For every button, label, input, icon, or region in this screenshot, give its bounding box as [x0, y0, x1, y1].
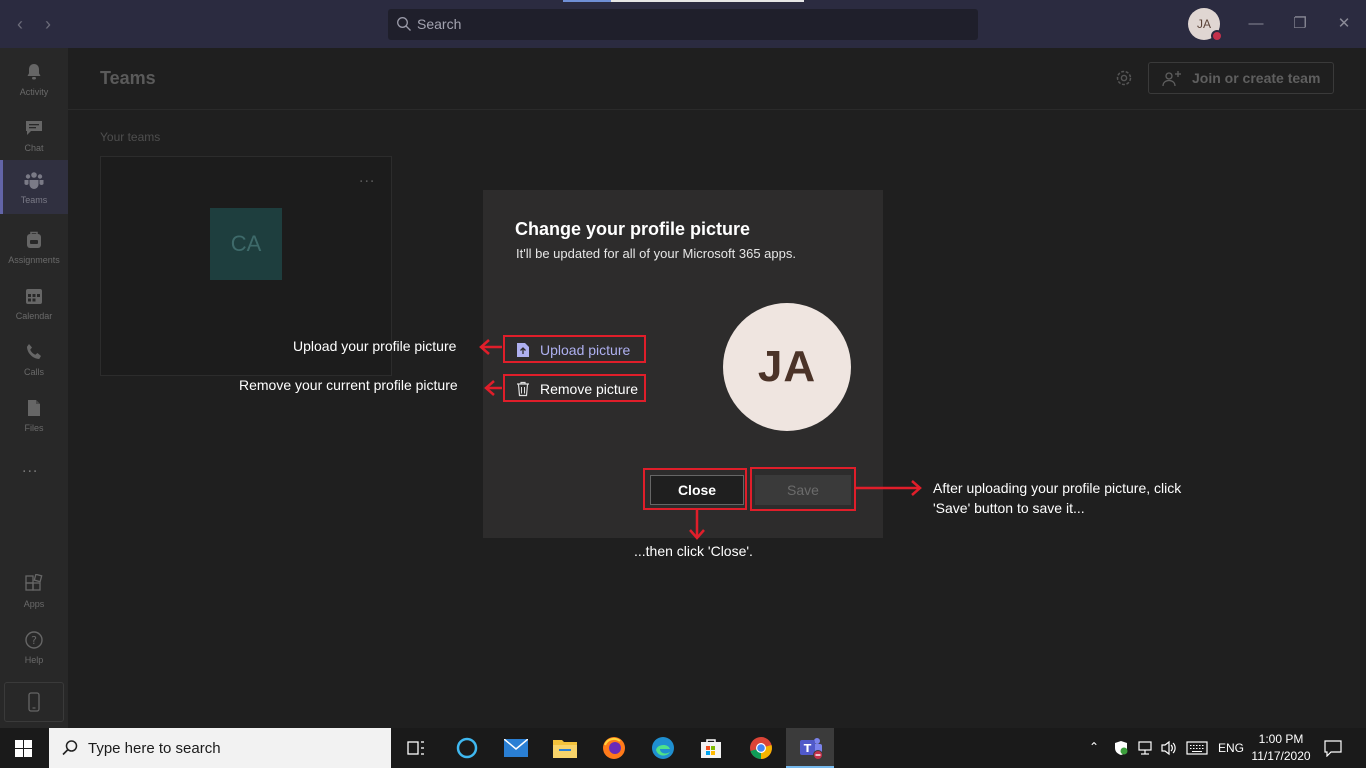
clock-time: 1:00 PM — [1258, 732, 1304, 746]
task-view-button[interactable] — [392, 728, 440, 768]
edge-icon — [652, 737, 674, 759]
firefox-icon — [603, 737, 625, 759]
teams-taskbar-button[interactable]: T — [786, 728, 834, 768]
chrome-button[interactable] — [737, 728, 785, 768]
firefox-button[interactable] — [590, 728, 638, 768]
cortana-icon — [456, 737, 478, 759]
store-button[interactable] — [688, 728, 736, 768]
windows-taskbar: Type here to search T ⌃ ENG 1:00 PM 11/1… — [0, 728, 1366, 768]
annotation-arrows — [479, 339, 922, 540]
defender-icon[interactable] — [1113, 740, 1129, 756]
keyboard-icon[interactable] — [1186, 741, 1208, 755]
svg-text:T: T — [804, 742, 812, 755]
cortana-button[interactable] — [443, 728, 491, 768]
volume-icon[interactable] — [1160, 740, 1178, 756]
folder-icon — [553, 740, 577, 758]
search-icon — [62, 740, 78, 756]
edge-button[interactable] — [639, 728, 687, 768]
taskbar-search-placeholder: Type here to search — [88, 740, 221, 757]
clock-date: 11/17/2020 — [1251, 749, 1311, 763]
action-center-icon[interactable] — [1324, 740, 1342, 757]
mail-icon — [504, 739, 528, 757]
task-view-icon — [407, 741, 424, 755]
file-explorer-button[interactable] — [541, 728, 589, 768]
system-clock[interactable]: 1:00 PM 11/17/2020 — [1250, 731, 1312, 765]
language-indicator[interactable]: ENG — [1218, 741, 1244, 755]
mail-app-button[interactable] — [492, 728, 540, 768]
windows-start-icon[interactable] — [15, 740, 33, 758]
teams-app-icon: T — [800, 738, 823, 760]
chrome-icon — [750, 737, 772, 759]
store-icon — [701, 739, 721, 758]
network-icon[interactable] — [1137, 740, 1153, 756]
taskbar-search-input[interactable]: Type here to search — [49, 728, 391, 768]
show-hidden-icons[interactable]: ⌃ — [1089, 740, 1099, 754]
